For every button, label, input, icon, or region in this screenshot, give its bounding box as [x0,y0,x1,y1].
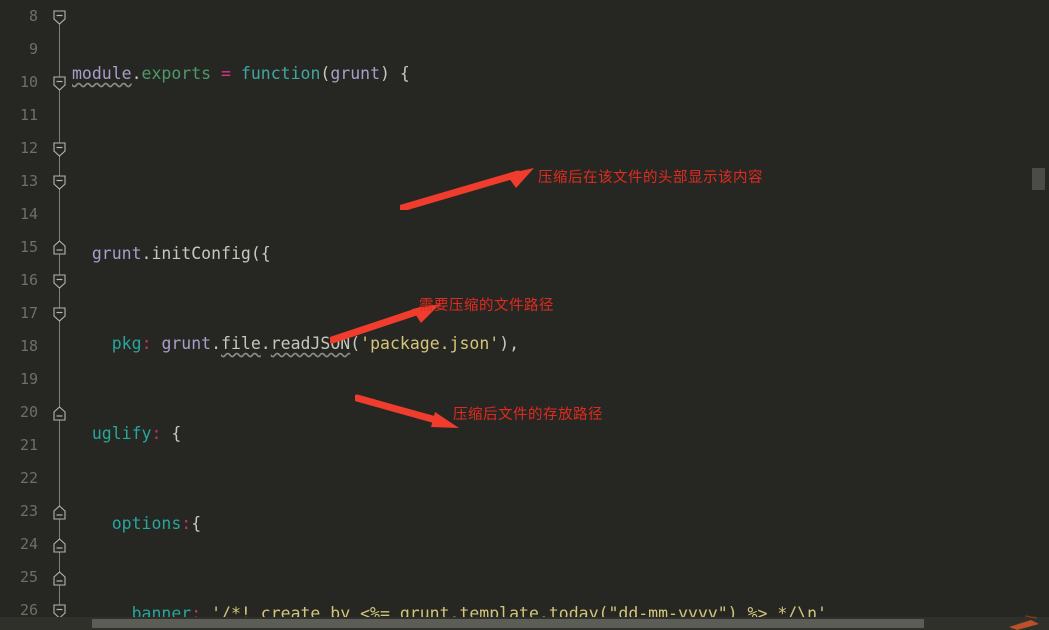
fold-marker-open-line-12[interactable] [53,142,66,157]
token-pkg-key: pkg [111,334,142,353]
token-options-key: options [111,514,182,533]
token-grunt-param: grunt [330,64,380,83]
token-module: module [72,64,132,83]
annotation-text-dest: 压缩后文件的存放路径 [453,407,603,423]
gutter-row: 9 [0,33,72,66]
token-brace: { [161,424,182,443]
token-grunt: grunt [91,244,142,263]
fold-marker-open-line-16[interactable] [53,274,66,289]
line-number: 8 [28,7,38,25]
code-line-8[interactable]: module.exports = function(grunt) { [72,57,1049,90]
code-line-10[interactable]: grunt.initConfig({ [72,237,1049,270]
gutter-row: 19 [0,363,72,396]
fold-marker-open-line-17[interactable] [53,307,66,322]
horizontal-scrollbar-thumb[interactable] [92,619,924,628]
line-number: 11 [19,106,38,124]
fold-marker-close-line-20[interactable] [53,406,66,421]
line-number: 20 [19,403,38,421]
line-number: 24 [19,535,38,553]
line-number: 23 [19,502,38,520]
token-file: file [221,334,261,353]
token-colon: : [151,424,162,443]
token-space2 [231,64,241,83]
annotation-text-banner: 压缩后在该文件的头部显示该内容 [538,170,763,186]
vertical-scrollbar-marker[interactable] [1032,168,1045,190]
fold-marker-open-line-10[interactable] [53,76,66,91]
token-colon: : [181,514,192,533]
token-paren-open: ( [320,64,331,83]
line-number: 25 [19,568,38,586]
fold-marker-close-line-24[interactable] [53,538,66,553]
token-dot: . [211,334,222,353]
line-number: 15 [19,238,38,256]
token-close: ), [499,334,520,353]
line-number: 21 [19,436,38,454]
token-paren: ( [350,334,361,353]
token-initconfig: initConfig [151,244,251,263]
code-content[interactable]: module.exports = function(grunt) { grunt… [72,0,1049,630]
line-number: 17 [19,304,38,322]
token-function-keyword: function [240,64,321,83]
code-line-13[interactable]: options:{ [72,507,1049,540]
line-number: 9 [28,40,38,58]
token-package-json-string: 'package.json' [360,334,500,353]
line-number: 13 [19,172,38,190]
line-number: 12 [19,139,38,157]
line-number: 14 [19,205,38,223]
fold-marker-close-line-25[interactable] [53,571,66,586]
empty-line [72,154,82,173]
token-assign: = [221,64,231,83]
line-number: 19 [19,370,38,388]
fold-marker-close-line-15[interactable] [53,240,66,255]
line-number: 10 [19,73,38,91]
fold-marker-open-line-8[interactable] [53,10,66,25]
token-dot2: . [260,334,271,353]
token-grunt: grunt [161,334,212,353]
code-editor[interactable]: 8 9 10 11 12 13 14 15 16 17 18 19 20 21 … [0,0,1049,630]
token-dot: . [131,64,142,83]
horizontal-scrollbar-track[interactable] [0,617,1049,630]
token-open: ({ [250,244,271,263]
gutter-row: 21 [0,429,72,462]
token-brace-open: { [389,64,410,83]
fold-marker-open-line-26[interactable] [53,604,66,619]
gutter-row: 14 [0,198,72,231]
fold-marker-close-line-23[interactable] [53,505,66,520]
gutter-row: 22 [0,462,72,495]
line-number: 22 [19,469,38,487]
token-brace: { [191,514,202,533]
line-number: 18 [19,337,38,355]
fold-marker-open-line-13[interactable] [53,175,66,190]
token-uglify-key: uglify [91,424,152,443]
line-number: 16 [19,271,38,289]
code-line-11[interactable]: pkg: grunt.file.readJSON('package.json')… [72,327,1049,360]
gutter-row: 11 [0,99,72,132]
token-exports: exports [141,64,212,83]
token-paren-close: ) [380,64,390,83]
gutter-row: 18 [0,330,72,363]
token-dot: . [141,244,152,263]
token-readjson: readJSON [270,334,351,353]
token-colon: : [141,334,152,353]
annotation-text-src: 需要压缩的文件路径 [419,298,554,314]
